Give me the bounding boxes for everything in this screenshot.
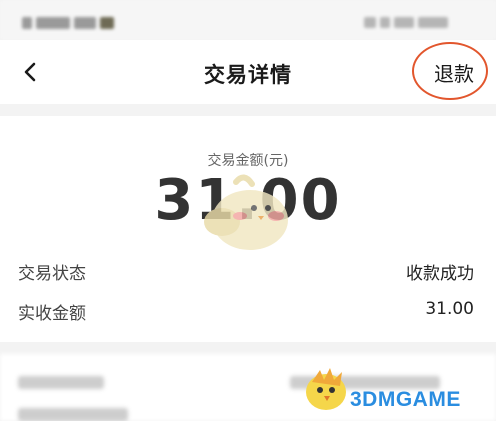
watermark-text: 3DMGAME — [350, 388, 461, 411]
received-value: 31.00 — [425, 299, 474, 319]
status-bar-right-icons — [360, 12, 470, 28]
status-value: 收款成功 — [406, 264, 474, 284]
status-bar — [0, 0, 496, 40]
status-bar-left-icons — [22, 12, 152, 29]
3dmgame-logo-icon — [306, 368, 346, 410]
amount-label: 交易金额(元) — [207, 153, 289, 169]
chick-mascot-icon — [204, 174, 288, 250]
refund-highlight-circle — [412, 42, 488, 100]
received-label: 实收金额 — [18, 304, 86, 324]
detail-row-received: 实收金额 31.00 — [18, 299, 474, 325]
status-label: 交易状态 — [18, 264, 86, 284]
watermark: 3DMGAME — [298, 358, 496, 418]
detail-row-status: 交易状态 收款成功 — [18, 259, 474, 285]
